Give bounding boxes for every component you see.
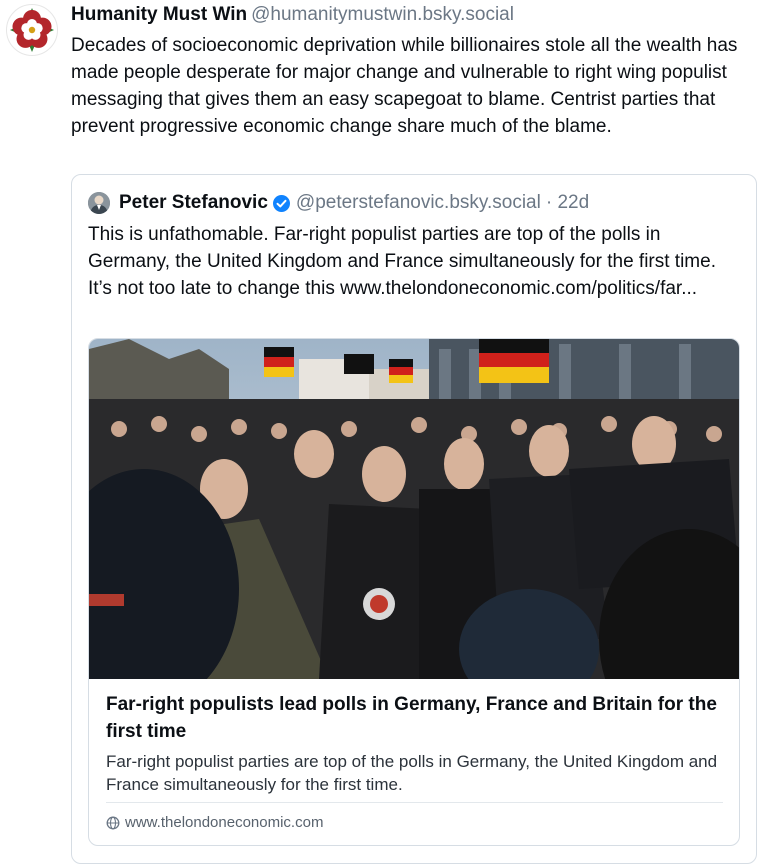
quoted-post-text: This is unfathomable. Far-right populist… bbox=[88, 224, 716, 299]
quoted-author-name[interactable]: Peter Stefanovic bbox=[119, 191, 268, 215]
article-thumbnail-image bbox=[89, 339, 739, 679]
quoted-author-avatar[interactable] bbox=[88, 192, 110, 214]
quoted-post[interactable]: Peter Stefanovic @peterstefanovic.bsky.s… bbox=[71, 174, 757, 864]
redaction-box bbox=[556, 4, 669, 28]
quoted-author-handle[interactable]: @peterstefanovic.bsky.social bbox=[296, 191, 541, 215]
link-card-domain-text[interactable]: www.thelondoneconomic.com bbox=[125, 813, 323, 833]
quoted-post-age: · 22d bbox=[545, 192, 590, 213]
post: Humanity Must Win @humanitymustwin.bsky.s… bbox=[0, 0, 758, 864]
verified-check-icon bbox=[272, 194, 290, 212]
post-text: Decades of socioeconomic deprivation whi… bbox=[71, 35, 738, 137]
author-name[interactable]: Humanity Must Win bbox=[71, 4, 247, 25]
link-preview-card[interactable]: Far-right populists lead polls in German… bbox=[88, 338, 740, 846]
link-card-description: Far-right populist parties are top of th… bbox=[106, 752, 718, 794]
globe-icon bbox=[106, 816, 120, 830]
post-header: Humanity Must Win @humanitymustwin.bsky.s… bbox=[71, 3, 514, 27]
quoted-post-header: Peter Stefanovic @peterstefanovic.bsky.s… bbox=[88, 191, 589, 215]
link-card-divider bbox=[106, 802, 723, 803]
author-avatar[interactable] bbox=[6, 4, 58, 56]
tudor-rose-icon bbox=[10, 8, 54, 52]
author-handle[interactable]: @humanitymustwin.bsky.social bbox=[251, 4, 514, 25]
link-card-title[interactable]: Far-right populists lead polls in German… bbox=[106, 691, 726, 745]
person-avatar-icon bbox=[88, 192, 110, 214]
link-card-domain: www.thelondoneconomic.com bbox=[106, 813, 323, 833]
